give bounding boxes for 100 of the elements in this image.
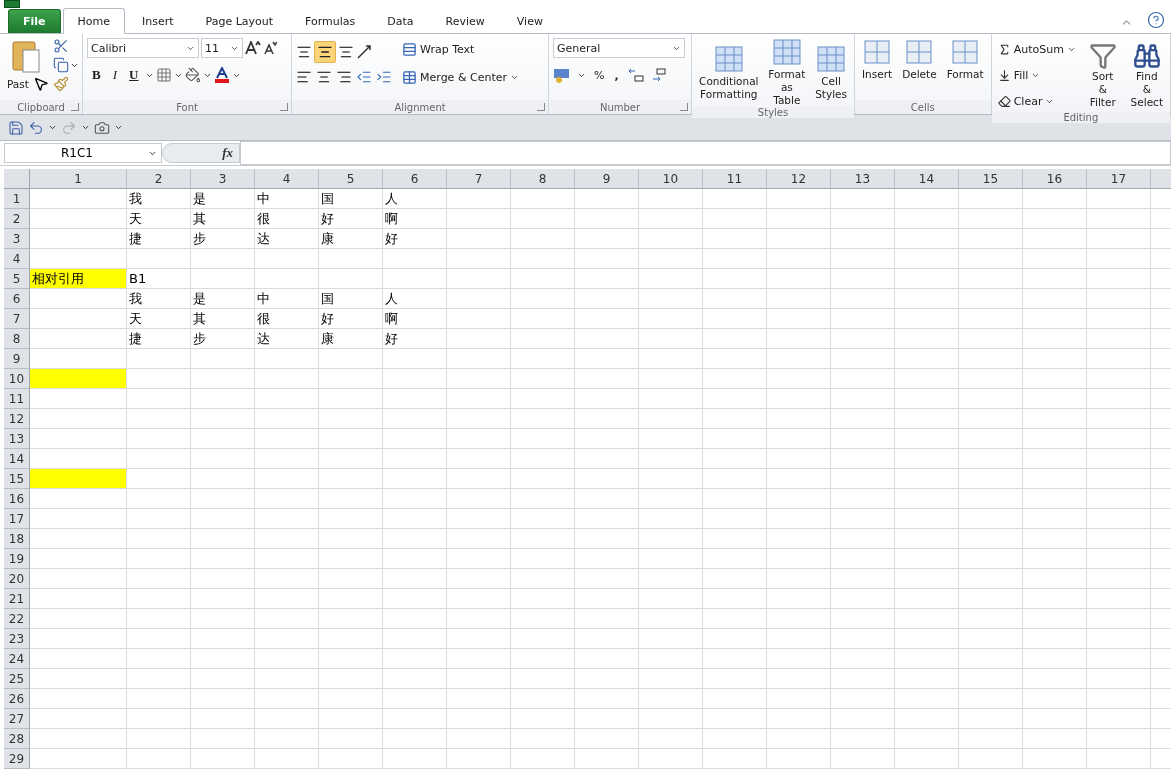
scissors-icon[interactable] xyxy=(52,38,69,54)
style-button[interactable]: Conditional Formatting xyxy=(696,44,762,101)
cells-button[interactable]: Insert xyxy=(859,38,896,81)
undo-icon[interactable] xyxy=(28,119,44,136)
row-header[interactable]: 11 xyxy=(4,389,30,409)
row-header[interactable]: 16 xyxy=(4,489,30,509)
column-header[interactable]: 10 xyxy=(639,169,703,189)
caret-icon[interactable] xyxy=(48,123,57,132)
row-header[interactable]: 13 xyxy=(4,429,30,449)
row-header[interactable]: 10 xyxy=(4,369,30,389)
row-header[interactable]: 1 xyxy=(4,189,30,209)
row-header[interactable]: 17 xyxy=(4,509,30,529)
row-header[interactable]: 7 xyxy=(4,309,30,329)
column-header[interactable]: 7 xyxy=(447,169,511,189)
column-header[interactable]: 13 xyxy=(831,169,895,189)
dialog-launcher-icon[interactable] xyxy=(680,103,689,111)
save-icon[interactable] xyxy=(8,119,24,136)
caret-icon[interactable] xyxy=(81,123,90,132)
dialog-launcher-icon[interactable] xyxy=(280,103,289,111)
row-header[interactable]: 18 xyxy=(4,529,30,549)
file-tab[interactable]: File xyxy=(8,9,61,33)
italic-button[interactable]: I xyxy=(107,64,123,86)
middle-align-button[interactable] xyxy=(314,41,337,63)
font-size-dropdown[interactable]: 11 xyxy=(201,38,244,58)
editing-button[interactable]: AutoSum xyxy=(995,38,1078,60)
editing-large-button[interactable]: Find & Select xyxy=(1127,41,1166,109)
column-header[interactable]: 3 xyxy=(191,169,255,189)
row-header[interactable]: 28 xyxy=(4,729,30,749)
underline-button[interactable]: U xyxy=(124,64,144,86)
column-header[interactable]: 17 xyxy=(1087,169,1151,189)
column-header[interactable]: 11 xyxy=(703,169,767,189)
row-header[interactable]: 5 xyxy=(4,269,30,289)
bold-button[interactable]: B xyxy=(87,64,106,86)
row-header[interactable]: 19 xyxy=(4,549,30,569)
editing-large-button[interactable]: Sort & Filter xyxy=(1083,41,1122,109)
help-icon[interactable] xyxy=(1147,11,1165,29)
row-header[interactable]: 15 xyxy=(4,469,30,489)
column-header[interactable]: 16 xyxy=(1023,169,1087,189)
row-header[interactable]: 9 xyxy=(4,349,30,369)
percent-button[interactable]: % xyxy=(592,64,607,86)
column-header[interactable]: 12 xyxy=(767,169,831,189)
column-header[interactable]: 1 xyxy=(30,169,127,189)
formula-input[interactable] xyxy=(240,141,1171,165)
style-button[interactable]: Cell Styles xyxy=(812,44,850,101)
column-header[interactable]: 9 xyxy=(575,169,639,189)
comma-button[interactable]: , xyxy=(612,64,621,86)
ribbon-tab[interactable]: Insert xyxy=(127,8,189,33)
paintbrush-icon[interactable] xyxy=(52,76,69,92)
row-header[interactable]: 26 xyxy=(4,689,30,709)
column-header[interactable]: 2 xyxy=(127,169,191,189)
dialog-launcher-icon[interactable] xyxy=(537,103,546,111)
row-header[interactable]: 14 xyxy=(4,449,30,469)
wrap-text-button[interactable]: Wrap Text xyxy=(400,38,477,60)
row-header[interactable]: 27 xyxy=(4,709,30,729)
dialog-launcher-icon[interactable] xyxy=(71,103,80,111)
align-right-icon[interactable] xyxy=(336,69,353,85)
row-header[interactable]: 4 xyxy=(4,249,30,269)
row-header[interactable]: 6 xyxy=(4,289,30,309)
row-header[interactable]: 12 xyxy=(4,409,30,429)
increase-indent-icon[interactable] xyxy=(376,69,393,85)
column-header[interactable]: 15 xyxy=(959,169,1023,189)
align-center-icon[interactable] xyxy=(316,69,333,85)
camera-icon[interactable] xyxy=(94,119,110,136)
caret-icon[interactable] xyxy=(114,123,123,132)
row-header[interactable]: 2 xyxy=(4,209,30,229)
row-header[interactable]: 22 xyxy=(4,609,30,629)
column-header[interactable]: 4 xyxy=(255,169,319,189)
column-header[interactable]: 5 xyxy=(319,169,383,189)
font-name-dropdown[interactable]: Calibri xyxy=(87,38,200,58)
row-header[interactable]: 3 xyxy=(4,229,30,249)
insert-function-button[interactable]: fx xyxy=(162,143,240,163)
ribbon-tab[interactable]: Review xyxy=(430,8,500,33)
borders-icon[interactable] xyxy=(156,67,173,83)
fill-color-icon[interactable] xyxy=(185,67,202,83)
ribbon-tab[interactable]: Formulas xyxy=(290,8,371,33)
copy-icon[interactable] xyxy=(52,57,69,73)
decrease-indent-icon[interactable] xyxy=(356,69,373,85)
row-header[interactable]: 25 xyxy=(4,669,30,689)
column-header[interactable]: 8 xyxy=(511,169,575,189)
row-header[interactable]: 21 xyxy=(4,589,30,609)
align-left-icon[interactable] xyxy=(296,69,313,85)
number-format-dropdown[interactable]: General xyxy=(553,38,686,58)
name-box[interactable]: R1C1 xyxy=(4,143,162,163)
ribbon-tab[interactable]: Home xyxy=(62,8,125,34)
row-header[interactable]: 23 xyxy=(4,629,30,649)
style-button[interactable]: Format as Table xyxy=(763,38,811,107)
ribbon-tab[interactable]: Page Layout xyxy=(190,8,289,33)
cells-button[interactable]: Format xyxy=(943,38,987,81)
editing-button[interactable]: Fill xyxy=(995,64,1043,86)
row-header[interactable]: 29 xyxy=(4,749,30,769)
ribbon-tab[interactable]: View xyxy=(501,8,558,33)
merge-center-button[interactable]: Merge & Center xyxy=(400,66,521,88)
editing-button[interactable]: Clear xyxy=(995,90,1057,112)
row-header[interactable]: 20 xyxy=(4,569,30,589)
paste-button[interactable]: Past xyxy=(4,77,32,91)
row-header[interactable]: 24 xyxy=(4,649,30,669)
cells-button[interactable]: Delete xyxy=(899,38,940,81)
column-header[interactable]: 14 xyxy=(895,169,959,189)
ribbon-tab[interactable]: Data xyxy=(372,8,429,33)
column-header[interactable]: 6 xyxy=(383,169,447,189)
